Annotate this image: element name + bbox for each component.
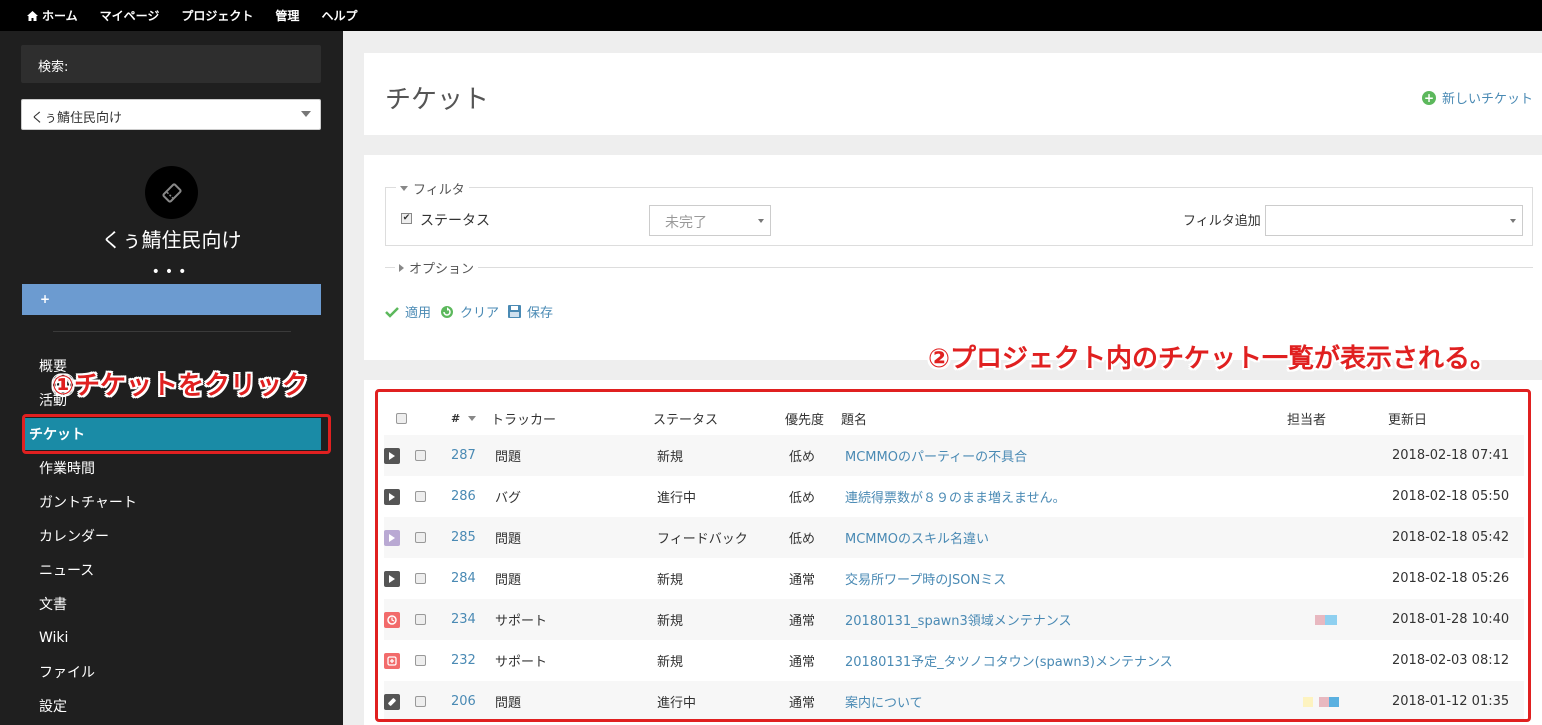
- floppy-disk-icon: [508, 305, 522, 318]
- menu-item-calendar[interactable]: カレンダー: [0, 519, 343, 553]
- clear-button[interactable]: クリア: [440, 302, 499, 321]
- top-navigation: ホーム マイページ プロジェクト 管理 ヘルプ: [0, 0, 1542, 31]
- status-filter-label: ステータス: [420, 213, 490, 229]
- menu-item-files[interactable]: ファイル: [0, 655, 343, 689]
- add-circle-icon: +: [1421, 90, 1436, 105]
- new-object-button[interactable]: +: [22, 284, 321, 315]
- collapse-triangle-icon: [400, 186, 408, 191]
- apply-label: 適用: [405, 306, 432, 321]
- filter-legend[interactable]: フィルタ: [396, 179, 469, 198]
- checkmark-icon: [385, 306, 399, 318]
- menu-item-time-entries[interactable]: 作業時間: [0, 451, 343, 485]
- options-legend[interactable]: オプション: [395, 258, 479, 277]
- ticket-icon: [161, 182, 182, 203]
- new-issue-link[interactable]: + 新しいチケット: [1421, 88, 1533, 107]
- menu-item-news[interactable]: ニュース: [0, 553, 343, 587]
- menu-item-wiki[interactable]: Wiki: [0, 621, 343, 655]
- topnav-projects[interactable]: プロジェクト: [181, 7, 253, 24]
- divider: [53, 331, 291, 332]
- options-divider: [385, 267, 1533, 268]
- topnav-my-page[interactable]: マイページ: [100, 7, 160, 24]
- filter-panel: フィルタ ✔ ステータス 未完了 フィルタ追加 オプション 適用 クリア 保存: [364, 155, 1542, 360]
- annotation-step-1: ①チケットをクリック: [52, 371, 309, 401]
- save-query-label: 保存: [527, 306, 554, 321]
- project-avatar: [145, 166, 198, 219]
- project-select-value: くぅ鯖住民向け: [31, 111, 123, 126]
- topnav-home-label: ホーム: [42, 9, 78, 23]
- options-legend-label: オプション: [409, 262, 475, 277]
- status-filter-checkbox[interactable]: ✔: [401, 213, 412, 224]
- search-field[interactable]: 検索:: [21, 45, 321, 83]
- chevron-down-icon: [1510, 219, 1516, 223]
- annotation-step-2: ②プロジェクト内のチケット一覧が表示される。: [928, 344, 1497, 374]
- menu-item-gantt[interactable]: ガントチャート: [0, 485, 343, 519]
- apply-button[interactable]: 適用: [385, 302, 431, 321]
- clear-label: クリア: [460, 306, 500, 321]
- status-operator-value: 未完了: [665, 215, 707, 231]
- add-filter-select[interactable]: [1265, 205, 1523, 236]
- menu-item-documents[interactable]: 文書: [0, 587, 343, 621]
- filter-fieldset: フィルタ ✔ ステータス 未完了 フィルタ追加: [385, 179, 1533, 246]
- expand-triangle-icon: [399, 263, 404, 272]
- save-query-button[interactable]: 保存: [508, 302, 553, 321]
- more-dots[interactable]: •••: [0, 264, 343, 280]
- reload-icon: [441, 305, 454, 318]
- status-operator-select[interactable]: 未完了: [649, 205, 771, 236]
- project-menu: 概要 活動 チケット 作業時間 ガントチャート カレンダー ニュース 文書 Wi…: [0, 349, 343, 723]
- new-issue-label: 新しいチケット: [1441, 92, 1533, 107]
- topnav-home[interactable]: ホーム: [27, 7, 78, 24]
- home-icon: [27, 10, 38, 21]
- page-title: チケット: [385, 85, 490, 115]
- menu-item-settings[interactable]: 設定: [0, 689, 343, 723]
- content-header: チケット + 新しいチケット: [364, 53, 1542, 135]
- annotation-highlight-issues: [22, 414, 331, 454]
- project-name: くぅ鯖住民向け: [101, 228, 242, 252]
- project-jump-select[interactable]: くぅ鯖住民向け: [21, 99, 321, 130]
- topnav-help[interactable]: ヘルプ: [321, 7, 357, 24]
- query-actions: 適用 クリア 保存: [385, 302, 562, 321]
- chevron-down-icon: [301, 111, 311, 117]
- add-filter-label: フィルタ追加: [1183, 214, 1261, 229]
- filter-legend-label: フィルタ: [413, 183, 465, 198]
- annotation-highlight-issue-list: [375, 389, 1531, 722]
- chevron-down-icon: [758, 219, 764, 223]
- topnav-admin[interactable]: 管理: [275, 7, 299, 24]
